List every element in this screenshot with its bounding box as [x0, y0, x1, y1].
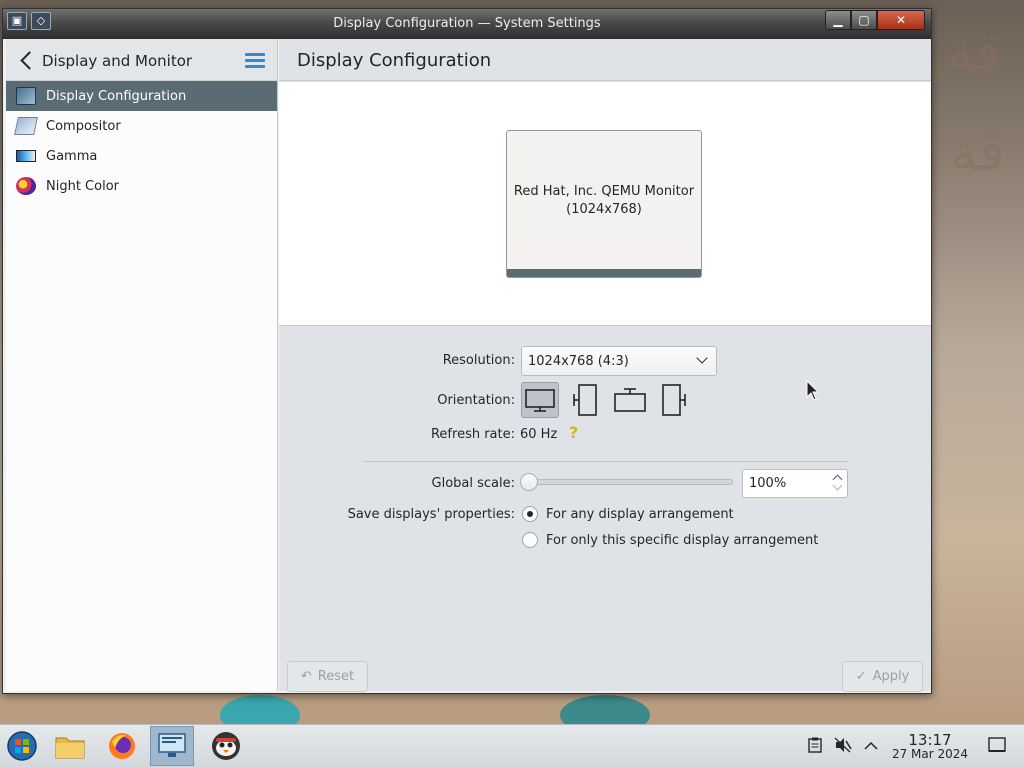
refresh-rate-label: Refresh rate:	[430, 427, 515, 442]
main-panel: Display Configuration Red Hat, Inc. QEMU…	[279, 39, 931, 692]
orientation-label: Orientation:	[437, 393, 515, 408]
start-menu-button[interactable]	[0, 726, 44, 766]
taskbar-app-penguin[interactable]	[204, 726, 248, 766]
resolution-dropdown[interactable]: 1024x768 (4:3)	[521, 346, 717, 376]
wallpaper-calligraphy: ﻗﺔ	[946, 20, 1001, 83]
global-scale-label: Global scale:	[431, 476, 515, 491]
resolution-label: Resolution:	[442, 353, 515, 368]
radio-specific-arrangement-label[interactable]: For only this specific display arrangeme…	[546, 533, 818, 548]
monitor-label: Red Hat, Inc. QEMU Monitor (1024x768)	[507, 183, 701, 219]
apply-label: Apply	[872, 669, 910, 684]
radio-specific-arrangement[interactable]	[522, 532, 538, 548]
volume-muted-icon[interactable]	[834, 736, 852, 754]
separator	[363, 461, 849, 462]
spin-down-icon[interactable]	[832, 480, 843, 491]
save-properties-label: Save displays' properties:	[347, 507, 515, 522]
sidebar-item-label: Compositor	[46, 118, 121, 134]
checkmark-icon: ✓	[855, 669, 867, 684]
hamburger-menu-icon[interactable]	[245, 53, 265, 68]
sidebar-item-display-configuration[interactable]: Display Configuration	[6, 81, 277, 111]
help-question-icon[interactable]: ?	[569, 423, 578, 442]
sidebar-item-gamma[interactable]: Gamma	[6, 141, 277, 171]
sidebar-item-label: Gamma	[46, 148, 98, 164]
reset-label: Reset	[317, 669, 355, 684]
page-title: Display Configuration	[297, 50, 492, 71]
start-orb-icon	[7, 731, 37, 761]
gamma-icon	[16, 150, 36, 162]
close-button[interactable]: ✕	[877, 10, 925, 30]
display-icon	[16, 87, 36, 105]
monitor-normal-icon	[525, 389, 555, 412]
sidebar-title: Display and Monitor	[42, 52, 193, 70]
sidebar-item-label: Night Color	[46, 178, 119, 194]
reset-button[interactable]: ↶ Reset	[287, 661, 368, 692]
resolution-value: 1024x768 (4:3)	[528, 354, 629, 369]
reset-icon: ↶	[300, 669, 312, 684]
monitor-name: Red Hat, Inc. QEMU Monitor	[513, 184, 695, 199]
sidebar-item-compositor[interactable]: Compositor	[6, 111, 277, 141]
maximize-button[interactable]: ▢	[851, 10, 877, 30]
settings-window: ▣ ◇ Display Configuration — System Setti…	[2, 8, 932, 694]
orientation-rotate-right-button[interactable]	[655, 382, 693, 418]
system-settings-icon	[158, 733, 186, 757]
window-title: Display Configuration — System Settings	[333, 16, 601, 31]
orientation-rotate-left-button[interactable]	[566, 382, 604, 418]
monitor-rotate-left-icon	[573, 384, 597, 416]
global-scale-spinbox[interactable]: 100%	[742, 469, 848, 498]
chevron-up-icon[interactable]	[862, 736, 880, 754]
mouse-cursor-icon	[806, 380, 820, 401]
back-arrow-icon[interactable]	[20, 51, 34, 69]
radio-any-arrangement-label[interactable]: For any display arrangement	[546, 507, 734, 522]
display-preview-area: Red Hat, Inc. QEMU Monitor (1024x768)	[279, 82, 931, 326]
monitor-upside-down-icon	[614, 388, 646, 412]
wallpaper-calligraphy: ﻗﺔ	[950, 120, 1005, 183]
sidebar-item-night-color[interactable]: Night Color	[6, 171, 277, 201]
monitor-mode: (1024x768)	[566, 202, 642, 217]
taskbar-file-manager[interactable]	[48, 726, 92, 766]
radio-any-arrangement[interactable]	[522, 506, 538, 522]
orientation-upside-down-button[interactable]	[611, 382, 649, 418]
folder-icon	[55, 737, 85, 759]
monitor-rotate-right-icon	[662, 384, 686, 416]
monitor-selection-bar	[507, 269, 701, 277]
taskbar-system-settings[interactable]	[150, 726, 194, 766]
sidebar: Display and Monitor Display Configuratio…	[6, 39, 278, 691]
taskbar-firefox[interactable]	[100, 726, 144, 766]
refresh-rate-value: 60 Hz	[520, 427, 558, 442]
compositor-icon	[14, 117, 38, 135]
apply-button[interactable]: ✓ Apply	[842, 661, 923, 692]
sidebar-item-label: Display Configuration	[46, 88, 187, 104]
sidebar-header: Display and Monitor	[6, 39, 277, 81]
chevron-down-icon	[696, 352, 708, 364]
monitor-tile[interactable]: Red Hat, Inc. QEMU Monitor (1024x768)	[506, 130, 702, 278]
clipboard-icon[interactable]	[806, 736, 824, 754]
orientation-normal-button[interactable]	[521, 382, 559, 418]
minimize-button[interactable]: ▁	[825, 10, 851, 30]
title-bar[interactable]: ▣ ◇ Display Configuration — System Setti…	[3, 9, 931, 39]
global-scale-slider[interactable]	[527, 479, 733, 485]
main-header: Display Configuration	[279, 39, 931, 81]
show-desktop-icon[interactable]	[988, 736, 1006, 754]
global-scale-slider-handle[interactable]	[520, 473, 538, 491]
night-color-icon	[16, 177, 36, 195]
global-scale-value: 100%	[749, 476, 787, 491]
clock-date[interactable]: 27 Mar 2024	[884, 747, 976, 761]
firefox-icon	[109, 733, 135, 759]
penguin-app-icon	[212, 732, 240, 760]
